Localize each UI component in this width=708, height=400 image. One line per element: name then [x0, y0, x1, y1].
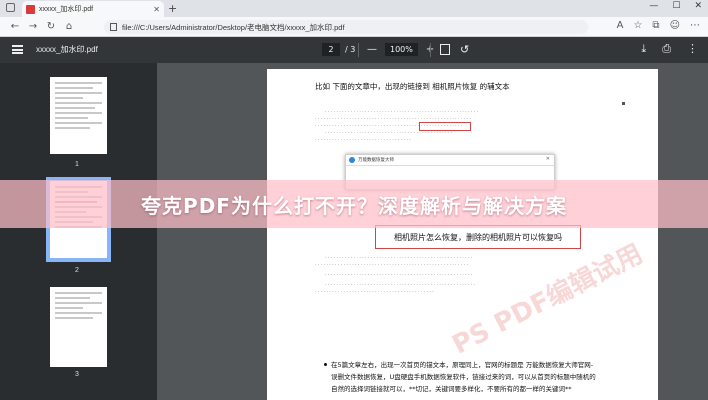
app-logo-icon [349, 157, 355, 163]
read-aloud-icon[interactable]: A [617, 20, 624, 31]
file-icon [110, 23, 117, 31]
browser-tab-bar: xxxxx_加水印.pdf ✕ + — ☐ ✕ [0, 0, 708, 17]
forward-icon[interactable]: → [24, 21, 42, 32]
toolbar-divider [358, 43, 359, 57]
text-line: · · · · · · · · · · · · · · · · · · · · … [325, 131, 453, 136]
tab-actions-icon[interactable] [6, 3, 15, 12]
paragraph-line: 误删文件数据恢复，U盘硬盘手机数据恢复软件，链接过来的词，可以从首页的标题中随机… [331, 373, 596, 381]
thumbnail-label: 1 [75, 161, 79, 168]
url-text: file:///C:/Users/Administrator/Desktop/老… [122, 22, 345, 32]
thumbnail-sidebar: 1 2 3 [0, 63, 157, 400]
pdf-viewer[interactable]: 比如 下面的文章中，出现的链接到 相机照片恢复 的辅文本 · · · · · ·… [157, 63, 708, 400]
url-field[interactable]: file:///C:/Users/Administrator/Desktop/老… [104, 20, 588, 34]
thumbnail-label: 2 [75, 267, 79, 274]
page-thumbnail-3[interactable] [50, 287, 107, 367]
tab-close-icon[interactable]: ✕ [153, 5, 160, 14]
maximize-icon[interactable]: ☐ [672, 1, 680, 11]
pdf-toolbar: xxxxx_加水印.pdf 2 / 3 — 100% + ↺ ⤓ ⎙ ⋮ [0, 37, 708, 63]
fit-page-icon[interactable] [440, 44, 450, 55]
zoom-level-input[interactable]: 100% [385, 43, 418, 56]
pdf-watermark: PS PDF编辑试用 [447, 238, 648, 361]
document-heading: 比如 下面的文章中，出现的链接到 相机照片恢复 的辅文本 [315, 82, 510, 91]
text-line: · · · · · · · · · · · · · · · · · · · · … [315, 138, 411, 143]
download-icon[interactable]: ⤓ [641, 42, 646, 56]
banner-title: 夸克PDF为什么打不开？深度解析与解决方案 [141, 193, 567, 218]
document-paragraph: 在5篇文章左右，出现一次首页的锚文本，原理同上，官网的标题是 万能数据恢复大师官… [331, 359, 631, 395]
menu-icon[interactable] [12, 45, 23, 54]
collections-icon[interactable]: ⧉ [652, 20, 659, 31]
close-window-icon[interactable]: ✕ [694, 1, 702, 11]
pdf-page: 比如 下面的文章中，出现的链接到 相机照片恢复 的辅文本 · · · · · ·… [267, 69, 658, 400]
pdf-actions: ⤓ ⎙ ⋮ [641, 42, 698, 56]
title-banner: 夸克PDF为什么打不开？深度解析与解决方案 [0, 180, 708, 228]
tab-title: xxxxx_加水印.pdf [39, 6, 94, 13]
pdf-favicon-icon [26, 4, 35, 14]
more-options-icon[interactable]: ⋮ [687, 42, 698, 56]
bullet-dot [324, 363, 327, 366]
pdf-file-name: xxxxx_加水印.pdf [36, 45, 98, 54]
more-icon[interactable]: ⋯ [690, 20, 700, 31]
rotate-icon[interactable]: ↺ [460, 43, 469, 56]
favorite-icon[interactable]: ☆ [633, 20, 642, 31]
profile-icon[interactable]: ☺ [670, 20, 680, 31]
page-marker [622, 102, 625, 105]
minimize-icon[interactable]: — [649, 1, 658, 11]
zoom-controls: — 100% + [367, 43, 434, 56]
highlighted-title-box: 相机照片怎么恢复，删除的相机照片可以恢复吗 [375, 225, 581, 249]
page-total: / 3 [345, 45, 356, 54]
print-icon[interactable]: ⎙ [662, 42, 671, 56]
page-number-input[interactable]: 2 [322, 43, 340, 56]
back-icon[interactable]: ← [6, 21, 24, 32]
thumbnail-label: 3 [75, 371, 79, 378]
new-tab-icon[interactable]: + [168, 2, 177, 15]
page-thumbnail-1[interactable] [50, 77, 107, 154]
zoom-out-button[interactable]: — [367, 44, 377, 55]
refresh-icon[interactable]: ↻ [42, 21, 60, 32]
toolbar-divider [430, 43, 431, 57]
paragraph-line: 自然的选择词链接就可以，**切记，关键词要多样化，不要所有的都一样的关键词** [331, 385, 572, 393]
home-icon[interactable]: ⌂ [60, 21, 78, 32]
dialog-title: 万能数据恢复大师 [358, 158, 394, 163]
paragraph-line: 在5篇文章左右，出现一次首页的锚文本，原理同上，官网的标题是 万能数据恢复大师官… [331, 361, 594, 369]
page-indicator: 2 / 3 [322, 43, 355, 56]
browser-tab[interactable]: xxxxx_加水印.pdf ✕ [22, 1, 164, 17]
close-icon: ✕ [545, 156, 550, 162]
address-bar-actions: A ☆ ⧉ ☺ ⋯ [617, 20, 700, 31]
address-bar: ← → ↻ ⌂ file:///C:/Users/Administrator/D… [0, 17, 708, 37]
text-line: · · · · · · · · · · · · · · · · · · · · … [325, 110, 479, 115]
dialog-header: 万能数据恢复大师 ✕ [346, 155, 554, 166]
window-controls: — ☐ ✕ [649, 1, 702, 11]
